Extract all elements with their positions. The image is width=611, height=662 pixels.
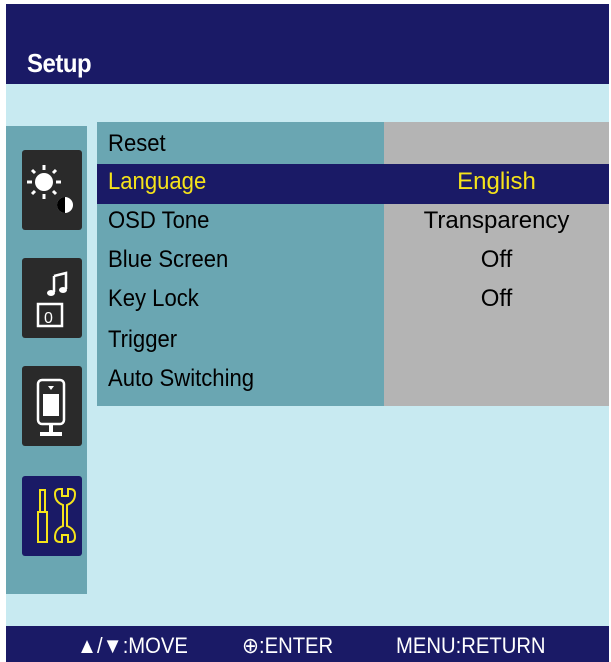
sidebar-item-setup[interactable]	[22, 476, 82, 556]
return-hint: MENU:RETURN	[396, 633, 546, 658]
menu-item-label: Trigger	[108, 326, 178, 353]
sidebar-item-display[interactable]	[22, 366, 82, 446]
menu-item-label: OSD Tone	[108, 207, 210, 234]
menu-item-value: Off	[480, 285, 513, 312]
svg-text:0: 0	[44, 310, 53, 327]
menu-item-osd-tone[interactable]: OSD Tone Transparency	[97, 203, 609, 243]
audio-icon: 0	[36, 271, 68, 328]
menu-item-label: Blue Screen	[108, 246, 229, 273]
menu-item-blue-screen[interactable]: Blue Screen Off	[97, 242, 609, 282]
menu-item-key-lock[interactable]: Key Lock Off	[97, 281, 609, 321]
enter-hint: ⊕:ENTER	[242, 633, 334, 658]
sidebar: 0	[6, 126, 87, 594]
menu-item-label: Auto Switching	[108, 365, 255, 392]
menu-item-value: Transparency	[423, 207, 570, 234]
osd-frame: Setup 0 Reset Language English OSD Tone …	[6, 4, 609, 662]
brightness-contrast-icon	[27, 165, 73, 213]
menu-item-label: Language	[108, 168, 207, 195]
sidebar-item-picture[interactable]	[22, 150, 82, 230]
move-hint: ▲/▼:MOVE	[77, 633, 188, 658]
title-bar: Setup	[6, 4, 609, 84]
menu-item-value: Off	[480, 246, 513, 273]
menu-item-label: Key Lock	[108, 285, 199, 312]
menu-item-trigger[interactable]: Trigger	[97, 322, 609, 362]
menu-item-language[interactable]: Language English	[97, 164, 609, 204]
menu-item-label: Reset	[108, 130, 166, 157]
sidebar-item-audio[interactable]: 0	[22, 258, 82, 338]
menu-item-value: English	[457, 168, 536, 195]
menu-item-auto-switching[interactable]: Auto Switching	[97, 361, 609, 401]
menu-item-reset[interactable]: Reset	[97, 126, 609, 166]
tools-icon	[37, 488, 77, 543]
footer-hint-bar: ▲/▼:MOVE ⊕:ENTER MENU:RETURN	[6, 626, 609, 662]
display-icon	[36, 378, 66, 436]
page-title: Setup	[27, 48, 92, 78]
